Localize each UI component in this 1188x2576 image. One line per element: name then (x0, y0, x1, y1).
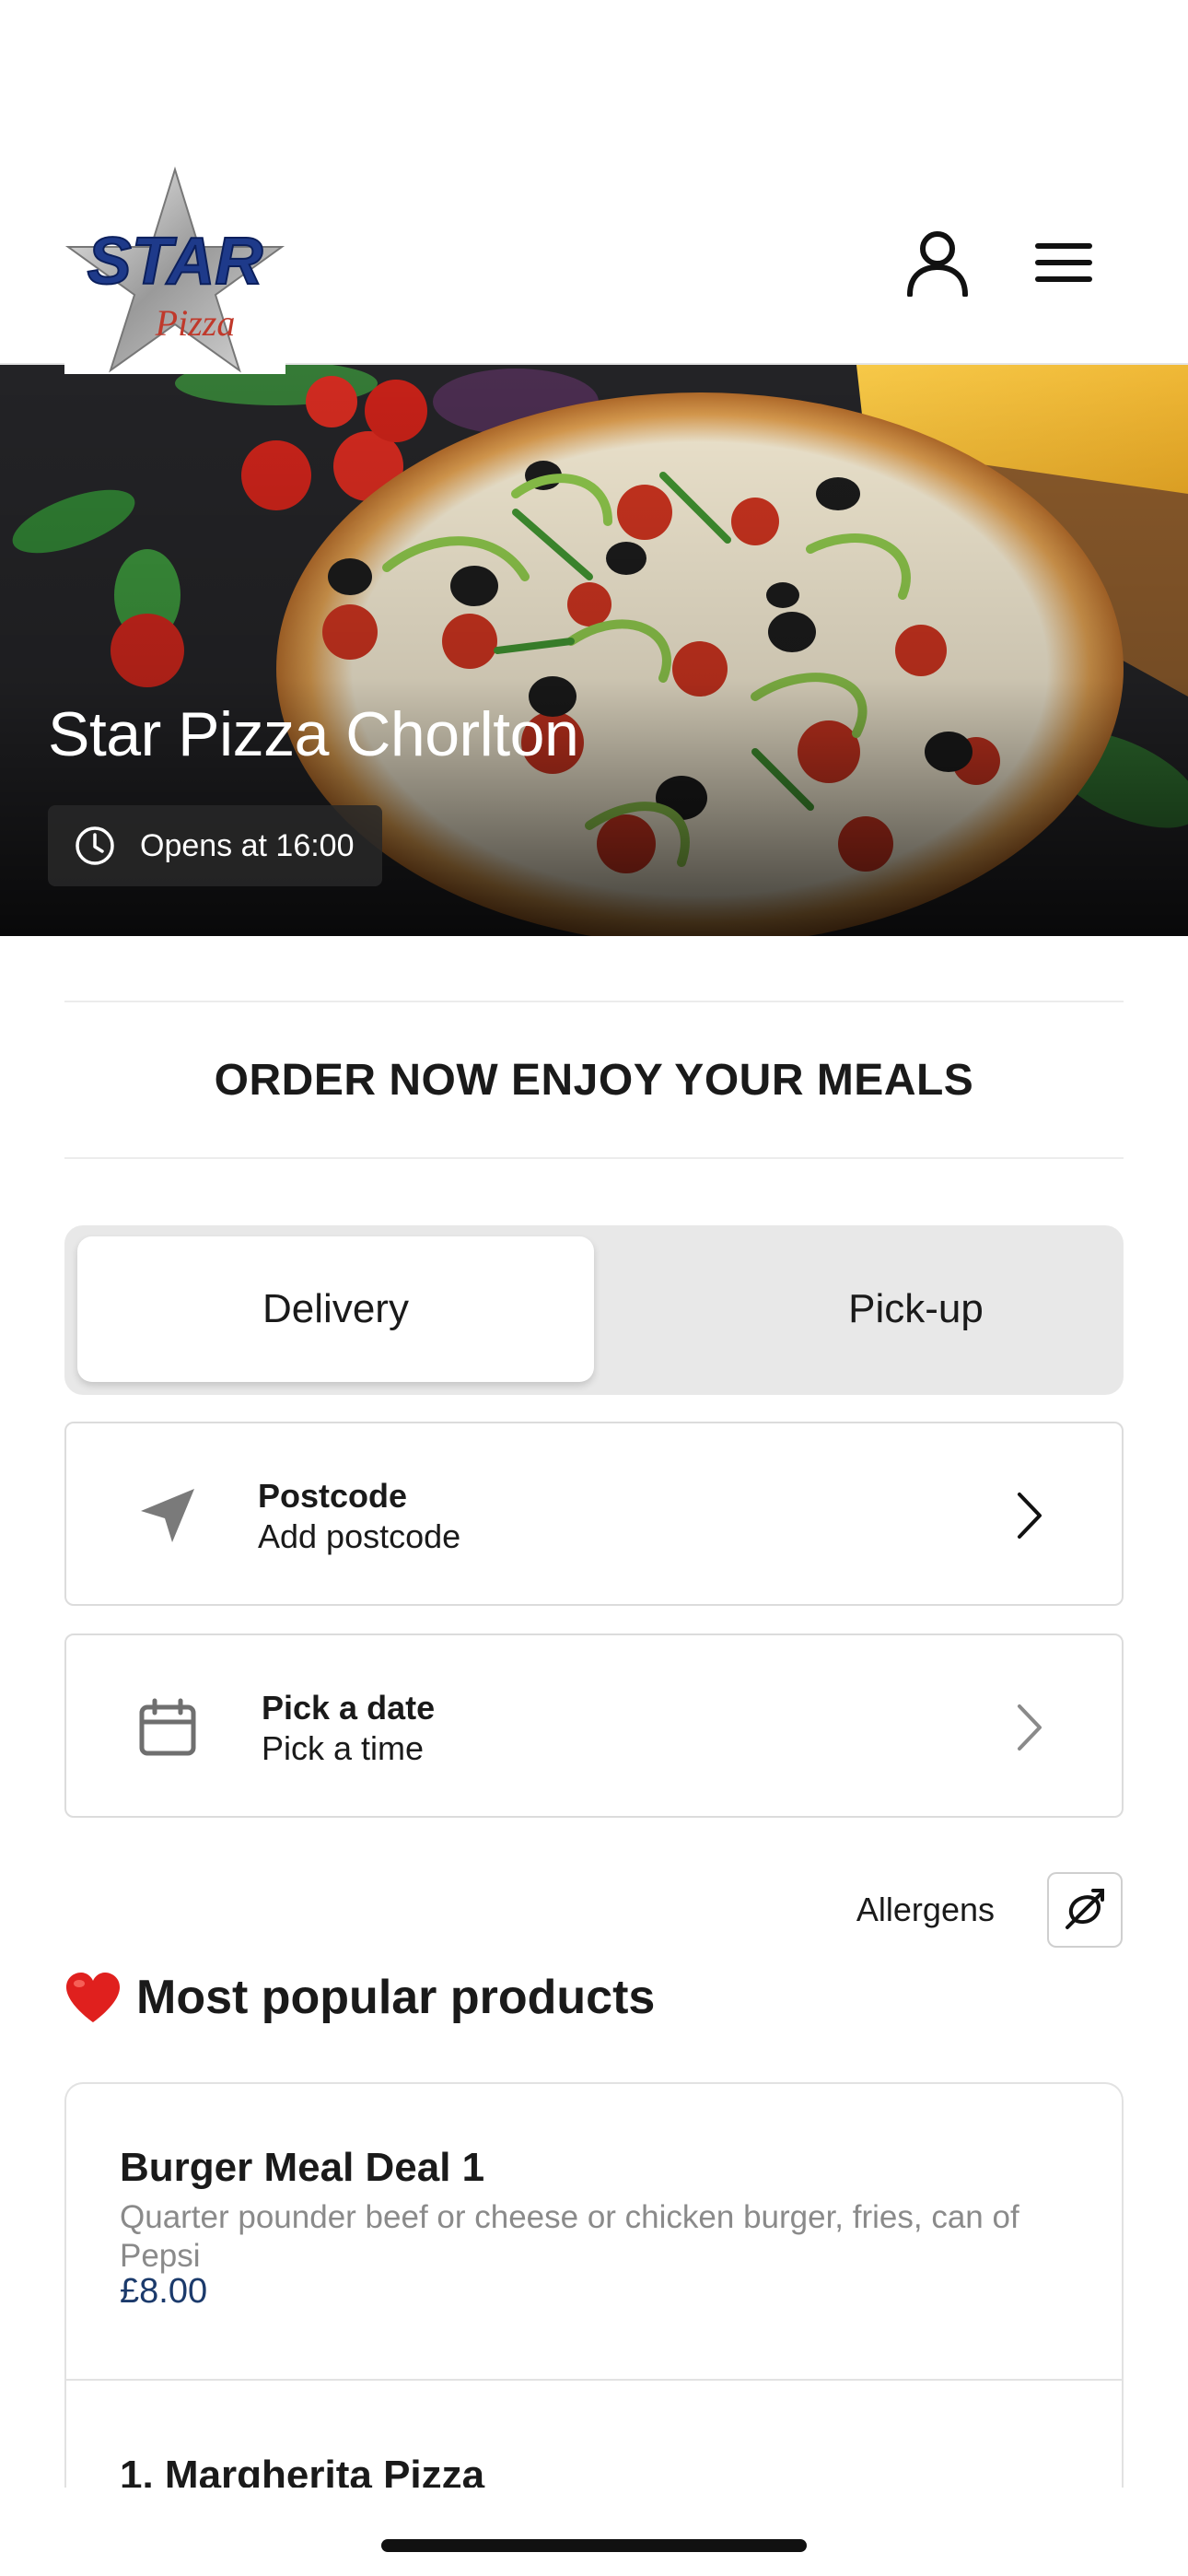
chevron-right-icon (1002, 1488, 1057, 1543)
menu-button[interactable] (1022, 221, 1105, 304)
order-type-toggle: Delivery Pick-up (64, 1225, 1124, 1395)
home-indicator[interactable] (381, 2539, 807, 2552)
product-name: 1. Margherita Pizza (120, 2453, 485, 2488)
popular-section-title: Most popular products (64, 1970, 655, 2025)
pickup-tab[interactable]: Pick-up (658, 1236, 1174, 1382)
app-header: STAR Pizza (0, 0, 1188, 374)
postcode-title: Postcode (258, 1477, 408, 1515)
product-name: Burger Meal Deal 1 (120, 2145, 485, 2190)
delivery-tab[interactable]: Delivery (77, 1236, 594, 1382)
date-title: Pick a date (262, 1689, 436, 1727)
menu-icon (1035, 243, 1092, 282)
allergens-label: Allergens (856, 1891, 995, 1928)
allergen-icon (1066, 1889, 1104, 1929)
user-icon (907, 231, 968, 297)
product-card[interactable]: Burger Meal Deal 1 Quarter pounder beef … (66, 2084, 1122, 2381)
date-time-selector[interactable]: Pick a date Pick a time (64, 1633, 1124, 1818)
heart-icon (66, 1973, 120, 2022)
postcode-selector[interactable]: Postcode Add postcode (64, 1422, 1124, 1606)
opening-status-text: Opens at 16:00 (140, 827, 355, 863)
postcode-subtitle: Add postcode (258, 1517, 461, 1555)
calendar-icon (131, 1691, 204, 1764)
account-button[interactable] (896, 221, 979, 304)
chevron-right-icon (1002, 1700, 1057, 1755)
restaurant-name: Star Pizza Chorlton (48, 699, 579, 769)
star-pizza-logo[interactable]: STAR Pizza (64, 166, 285, 374)
product-list: Burger Meal Deal 1 Quarter pounder beef … (64, 2082, 1124, 2488)
product-price: £8.00 (120, 2272, 208, 2311)
clock-icon (76, 826, 114, 865)
opening-status-badge: Opens at 16:00 (48, 805, 382, 886)
logo-graphic: STAR Pizza (64, 166, 285, 373)
product-card[interactable]: 1. Margherita Pizza (66, 2381, 1122, 2488)
location-arrow-icon (131, 1479, 204, 1552)
slogan-banner: ORDER NOW ENJOY YOUR MEALS (64, 1001, 1124, 1159)
svg-text:STAR: STAR (87, 225, 263, 299)
hero-banner: Star Pizza Chorlton Opens at 16:00 (0, 365, 1188, 936)
popular-title-text: Most popular products (136, 1971, 656, 2024)
svg-text:Pizza: Pizza (155, 302, 236, 344)
product-description: Quarter pounder beef or cheese or chicke… (120, 2199, 1019, 2274)
time-subtitle: Pick a time (262, 1729, 425, 1767)
allergens-button[interactable] (1047, 1872, 1123, 1948)
